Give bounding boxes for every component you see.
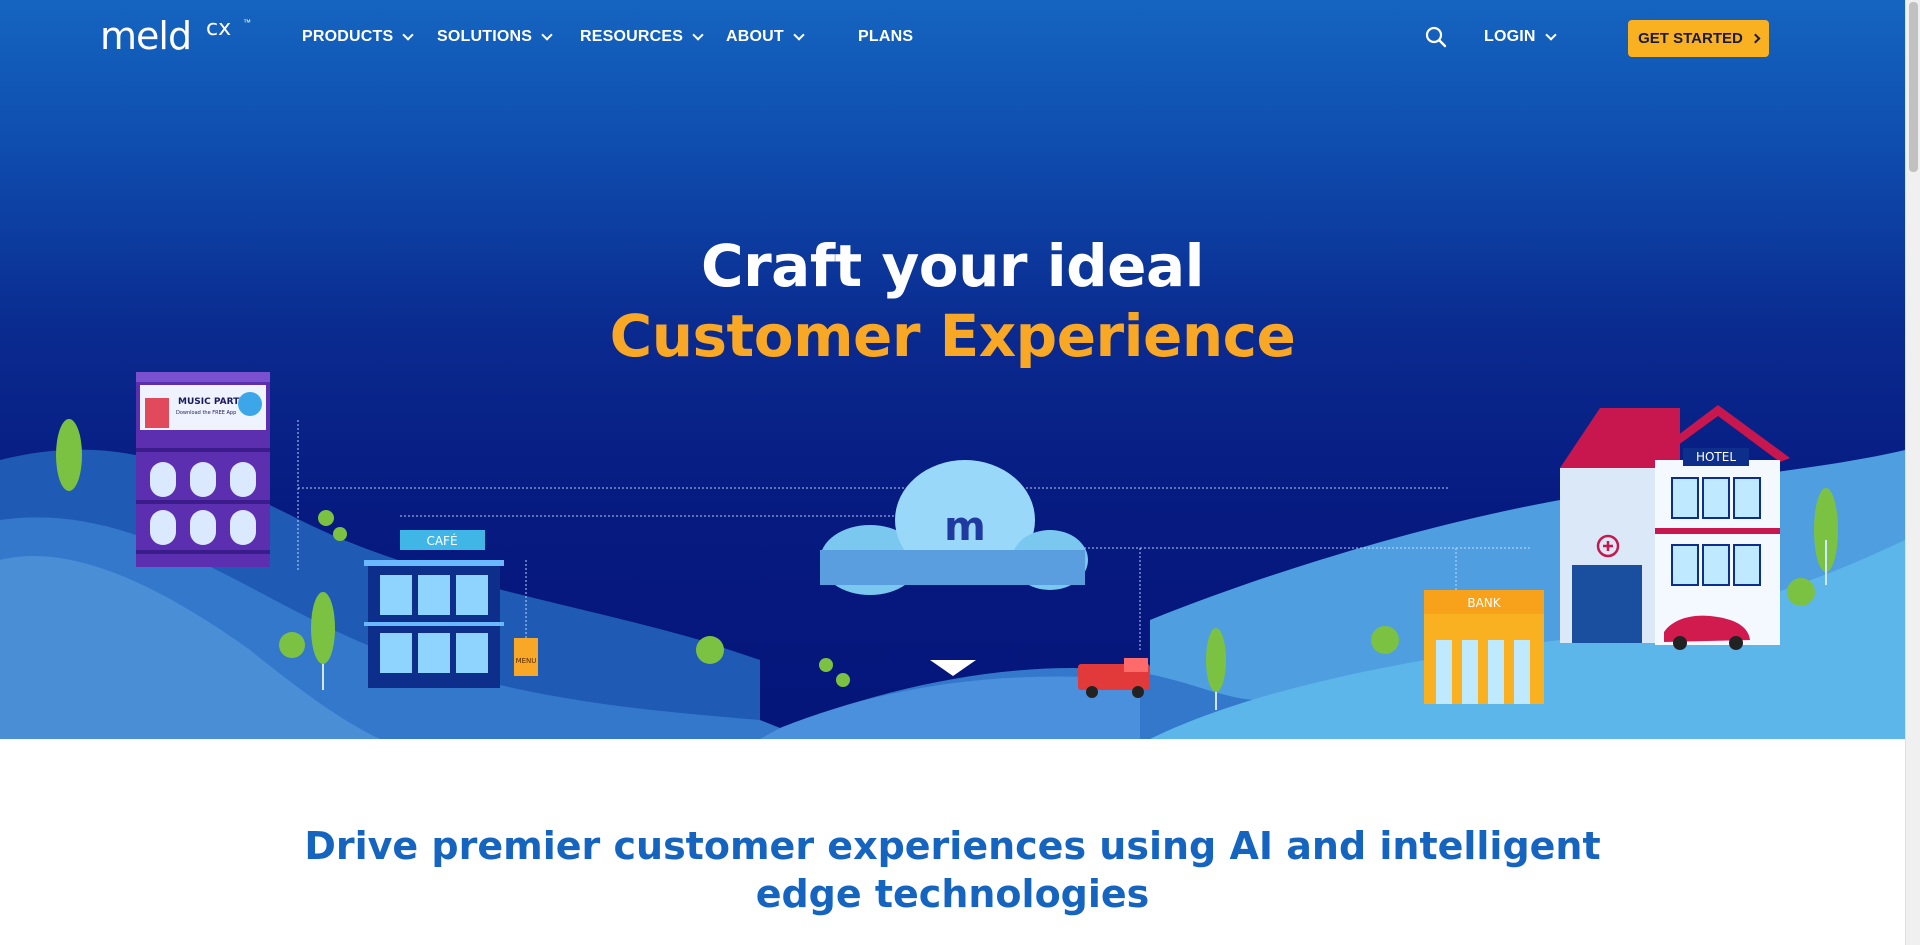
nav-item-label: PLANS	[858, 28, 914, 45]
login-label: LOGIN	[1484, 28, 1536, 45]
scrollbar-thumb[interactable]	[1909, 2, 1918, 172]
get-started-label: GET STARTED	[1638, 30, 1743, 47]
nav-item-resources[interactable]: RESOURCES	[580, 26, 704, 48]
chevron-down-icon	[541, 28, 553, 41]
nav-item-plans[interactable]: PLANS	[858, 26, 913, 48]
nav-item-label: PRODUCTS	[302, 28, 394, 45]
chevron-down-icon	[1545, 28, 1557, 41]
top-navigation: meld cx ™ PRODUCTS SOLUTIONS RESOURCES A…	[0, 0, 1905, 75]
bank-sign: BANK	[1467, 596, 1501, 610]
billboard-title: MUSIC PARTY	[178, 397, 246, 407]
cafe-sign: CAFÉ	[426, 533, 457, 548]
hero-headline-line1: Craft your ideal	[701, 232, 1204, 300]
nav-item-solutions[interactable]: SOLUTIONS	[437, 26, 553, 48]
section-heading: Drive premier customer experiences using…	[304, 824, 1601, 916]
search-button[interactable]	[1425, 26, 1447, 48]
chevron-down-icon	[692, 28, 704, 41]
scroll-down-icon[interactable]	[930, 660, 976, 676]
logo-trademark: ™	[243, 18, 251, 27]
hero-section: MUSIC PARTY Download the FREE App CAFÉ M…	[0, 0, 1905, 739]
nav-item-about[interactable]: ABOUT	[726, 26, 805, 48]
hero-headline-line2: Customer Experience	[609, 302, 1296, 370]
cloud-logo: m	[944, 504, 986, 550]
nav-item-label: SOLUTIONS	[437, 28, 533, 45]
meldcx-logo[interactable]: meld cx ™	[100, 14, 255, 58]
search-icon	[1425, 26, 1447, 48]
hotel-sign: HOTEL	[1696, 450, 1736, 464]
chevron-down-icon	[793, 28, 805, 41]
nav-item-products[interactable]: PRODUCTS	[302, 26, 415, 48]
logo-wordmark: meld	[100, 14, 192, 58]
logo-suffix: cx	[206, 16, 232, 41]
chevron-right-icon	[1750, 33, 1761, 44]
billboard-subtitle: Download the FREE App	[176, 410, 236, 416]
nav-item-label: ABOUT	[726, 28, 784, 45]
chevron-down-icon	[402, 28, 415, 41]
get-started-button[interactable]: GET STARTED	[1628, 20, 1769, 57]
menu-sign: MENU	[516, 657, 537, 665]
nav-item-label: RESOURCES	[580, 28, 684, 45]
login-menu[interactable]: LOGIN	[1484, 26, 1557, 48]
page-scrollbar[interactable]	[1905, 0, 1920, 945]
